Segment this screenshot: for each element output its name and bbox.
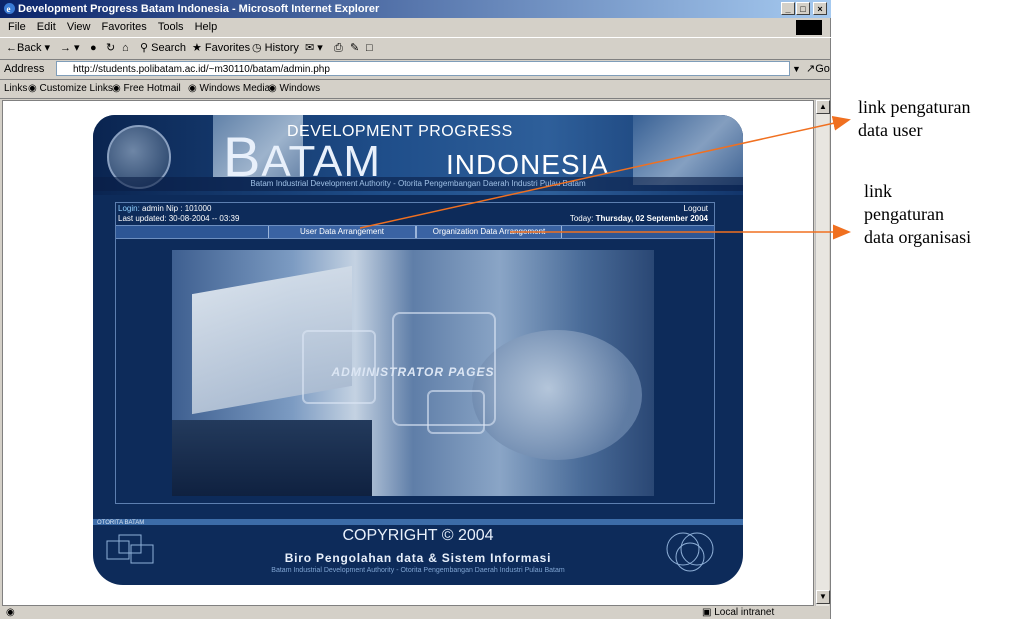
arrow-to-user-link [359,115,851,229]
annotation-user-link: link pengaturan data user [858,96,970,142]
annotation-arrows [359,115,851,240]
annotation-org-link: link pengaturan data organisasi [864,180,971,249]
annotation-line: link pengaturan [858,97,971,117]
annotation-line: link [864,181,893,201]
annotation-line: data user [858,120,923,140]
annotation-line: pengaturan [864,204,944,224]
annotation-line: data organisasi [864,227,972,247]
